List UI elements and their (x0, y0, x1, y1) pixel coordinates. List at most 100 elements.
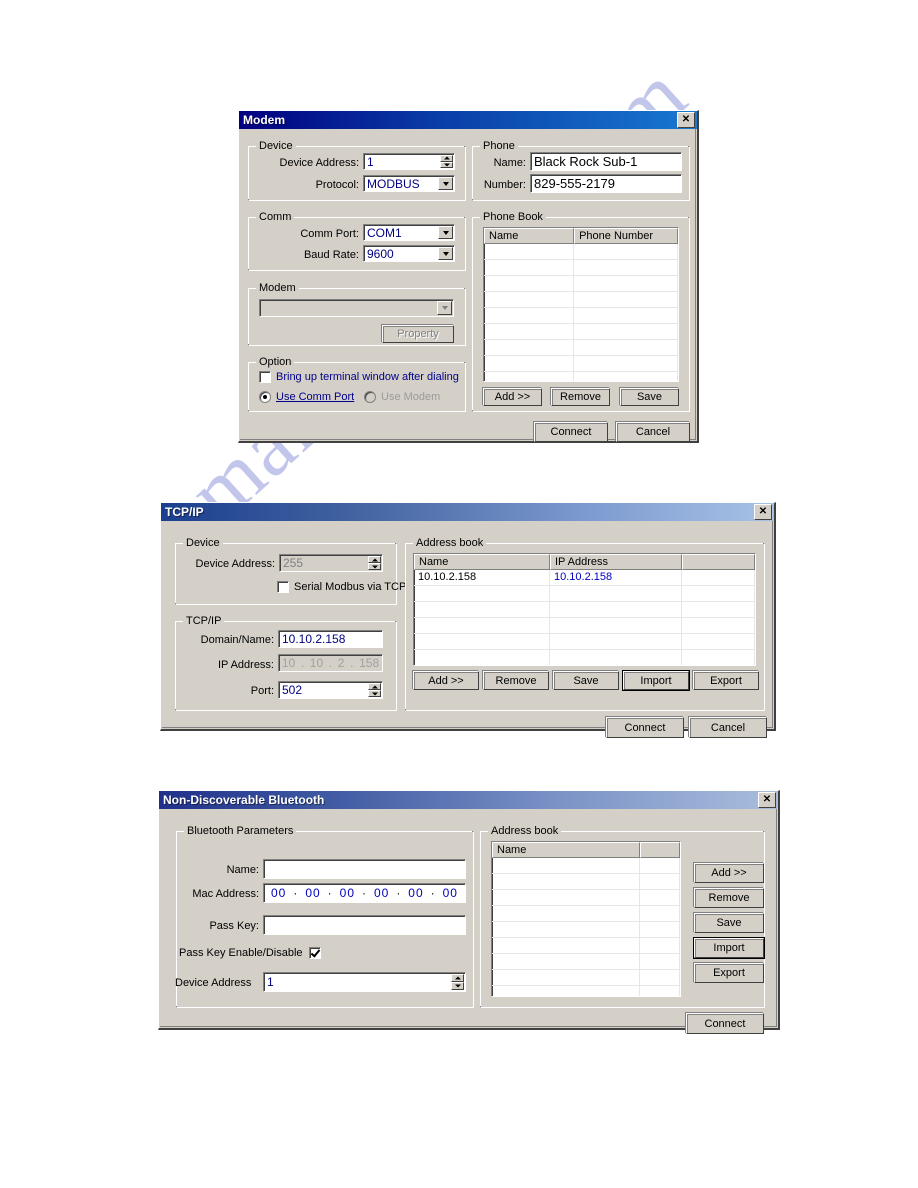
table-row[interactable] (492, 858, 680, 874)
table-cell (574, 292, 678, 307)
table-row[interactable] (484, 372, 678, 381)
bt-remove-button[interactable]: Remove (694, 888, 764, 908)
radio-icon[interactable] (364, 391, 376, 403)
device-address-input[interactable]: 1 (363, 153, 455, 170)
column-header-phone-number[interactable]: Phone Number (574, 228, 678, 244)
pass-key-enable-checkbox[interactable]: Pass Key Enable/Disable (179, 947, 321, 959)
chevron-down-icon[interactable] (438, 247, 453, 260)
property-button[interactable]: Property (382, 325, 454, 343)
close-icon[interactable]: ✕ (754, 504, 772, 520)
bt-connect-button[interactable]: Connect (686, 1013, 764, 1034)
bt-device-address-spinner[interactable] (451, 974, 464, 990)
column-header-name[interactable]: Name (492, 842, 641, 858)
phone-name-input[interactable]: Black Rock Sub-1 (530, 152, 682, 171)
device-address-spinner[interactable] (440, 155, 453, 168)
column-header-name[interactable]: Name (414, 554, 550, 570)
chevron-down-icon[interactable] (437, 301, 452, 315)
modem-connect-button[interactable]: Connect (534, 422, 608, 442)
tcpip-device-address-input[interactable]: 255 (279, 554, 383, 572)
bt-export-button[interactable]: Export (694, 963, 764, 983)
tcpip-import-button[interactable]: Import (622, 670, 690, 691)
table-row[interactable] (484, 244, 678, 260)
chevron-down-icon[interactable] (438, 226, 453, 239)
chevron-down-icon[interactable] (438, 177, 453, 190)
column-header-ip-address[interactable]: IP Address (550, 554, 682, 570)
checkbox-icon[interactable] (277, 581, 289, 593)
table-row[interactable] (484, 276, 678, 292)
bt-address-book-header: Name (492, 842, 680, 858)
phonebook-remove-button[interactable]: Remove (551, 388, 610, 406)
phonebook-save-button[interactable]: Save (620, 388, 679, 406)
comm-port-combobox[interactable]: COM1 (363, 224, 455, 241)
port-spinner[interactable] (368, 683, 381, 697)
bt-address-book-listview[interactable]: Name (491, 841, 681, 997)
close-icon[interactable]: ✕ (677, 112, 695, 128)
table-row[interactable] (414, 586, 755, 602)
serial-modbus-checkbox[interactable]: Serial Modbus via TCP (277, 581, 406, 593)
tcpip-remove-button[interactable]: Remove (483, 671, 549, 690)
table-row[interactable] (492, 874, 680, 890)
radio-icon[interactable] (259, 391, 271, 403)
table-cell (574, 244, 678, 259)
checkbox-icon[interactable] (308, 947, 321, 959)
table-row[interactable] (492, 938, 680, 954)
bt-device-address-input[interactable]: 1 (263, 972, 466, 992)
bt-address-book-legend: Address book (488, 826, 562, 837)
use-comm-port-radio[interactable]: Use Comm Port (259, 391, 354, 403)
bt-name-input[interactable] (263, 859, 466, 879)
baud-rate-combobox[interactable]: 9600 (363, 245, 455, 262)
table-row[interactable] (484, 308, 678, 324)
table-row[interactable] (492, 954, 680, 970)
phone-number-label: Number: (483, 179, 526, 191)
column-header-name[interactable]: Name (484, 228, 575, 244)
baud-rate-label: Baud Rate: (303, 249, 359, 261)
table-cell (484, 292, 575, 307)
table-cell (682, 650, 755, 665)
checkbox-icon[interactable] (259, 371, 271, 383)
table-row[interactable] (484, 260, 678, 276)
ip-address-input[interactable]: 10 . 10 . 2 . 158 (278, 654, 383, 672)
bt-mac-input[interactable]: 00 · 00 · 00 · 00 · 00 · 00 (263, 883, 466, 903)
table-row[interactable] (484, 340, 678, 356)
column-header-extra[interactable] (682, 554, 755, 570)
tcpip-device-address-spinner[interactable] (368, 556, 381, 570)
bt-import-button[interactable]: Import (693, 937, 765, 959)
table-row[interactable] (492, 922, 680, 938)
bt-pass-key-input[interactable] (263, 915, 466, 935)
table-row[interactable] (414, 602, 755, 618)
table-row[interactable]: 10.10.2.158 10.10.2.158 (414, 570, 755, 586)
table-row[interactable] (484, 356, 678, 372)
use-modem-radio[interactable]: Use Modem (364, 391, 440, 403)
port-input[interactable]: 502 (278, 681, 383, 699)
tcpip-connect-button[interactable]: Connect (606, 717, 684, 738)
bt-add-button[interactable]: Add >> (694, 863, 764, 883)
terminal-window-checkbox[interactable]: Bring up terminal window after dialing (259, 371, 459, 383)
table-row[interactable] (414, 618, 755, 634)
table-row[interactable] (492, 970, 680, 986)
tcpip-export-button[interactable]: Export (693, 671, 759, 690)
table-row[interactable] (414, 634, 755, 650)
modem-select-combobox[interactable] (259, 299, 454, 317)
tcpip-address-book-listview[interactable]: Name IP Address 10.10.2.158 10.10.2.158 (413, 553, 756, 666)
table-row[interactable] (484, 324, 678, 340)
table-row[interactable] (492, 906, 680, 922)
close-icon[interactable]: ✕ (758, 792, 776, 808)
table-row[interactable] (492, 890, 680, 906)
column-header-extra[interactable] (640, 842, 680, 858)
phone-book-listview[interactable]: Name Phone Number (483, 227, 679, 382)
option-group-legend: Option (256, 357, 295, 368)
phonebook-add-button[interactable]: Add >> (483, 388, 542, 406)
table-cell (640, 906, 680, 921)
table-row[interactable] (484, 292, 678, 308)
phone-number-input[interactable]: 829-555-2179 (530, 174, 682, 193)
table-row[interactable] (414, 650, 755, 665)
bt-save-button[interactable]: Save (694, 913, 764, 933)
tcpip-cancel-button[interactable]: Cancel (689, 717, 767, 738)
domain-name-input[interactable]: 10.10.2.158 (278, 630, 383, 648)
tcpip-device-legend: Device (183, 538, 223, 549)
tcpip-add-button[interactable]: Add >> (413, 671, 479, 690)
modem-cancel-button[interactable]: Cancel (616, 422, 690, 442)
protocol-combobox[interactable]: MODBUS (363, 175, 455, 192)
table-row[interactable] (492, 986, 680, 996)
tcpip-save-button[interactable]: Save (553, 671, 619, 690)
